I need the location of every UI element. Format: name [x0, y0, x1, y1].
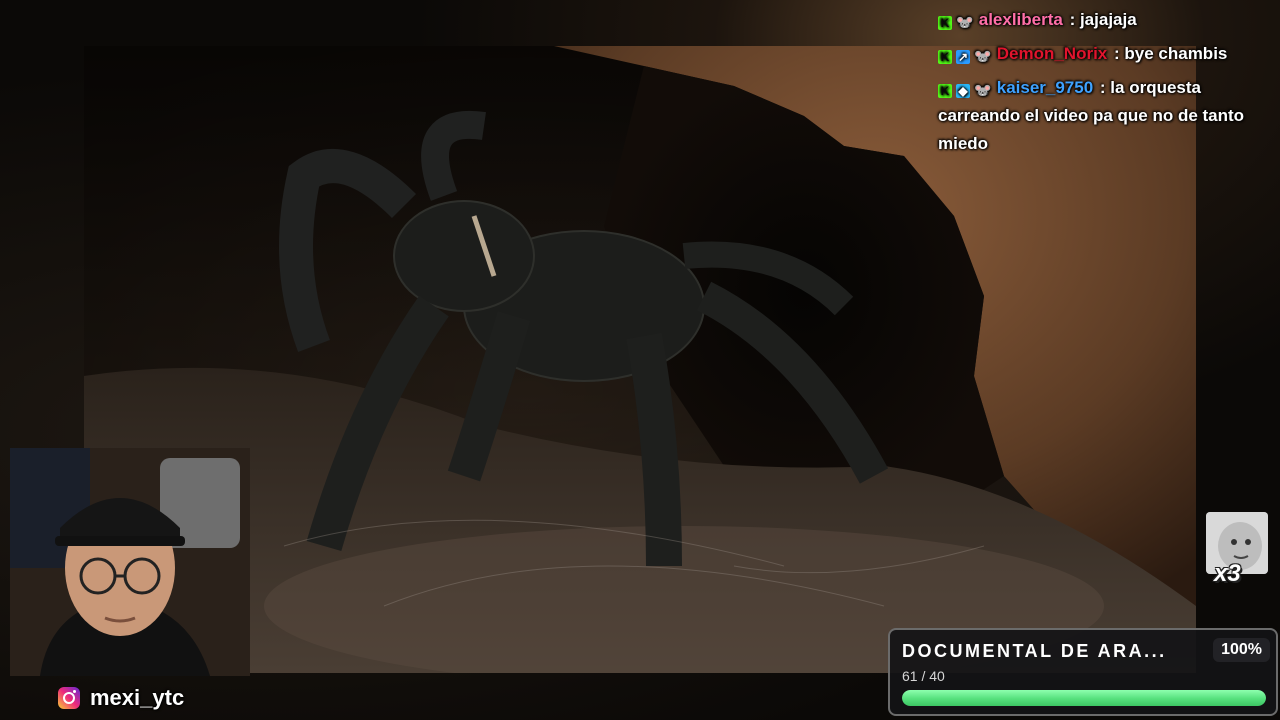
chat-text: : bye chambis	[1114, 44, 1228, 63]
chat-message: K ↗ 🐭 Demon_Norix : bye chambis	[938, 40, 1273, 68]
chat-message: K 🐭 alexliberta : jajajaja	[938, 6, 1273, 34]
chat-username[interactable]: Demon_Norix	[997, 44, 1108, 63]
goal-title: DOCUMENTAL DE ARA...	[902, 641, 1167, 661]
chat-text: : jajajaja	[1069, 10, 1137, 29]
goal-progress-fill	[902, 690, 1266, 706]
chat-message: K ◆ 🐭 kaiser_9750 : la orquesta carreando …	[938, 74, 1273, 158]
goal-percent-badge: 100%	[1213, 638, 1270, 662]
chat-username[interactable]: kaiser_9750	[997, 78, 1093, 97]
instagram-username: mexi_ytc	[90, 685, 185, 710]
cube-badge-icon: ◆	[956, 84, 970, 98]
streamer-avatar	[10, 448, 250, 676]
kick-badge-icon: K	[938, 84, 952, 98]
goal-progress-track	[902, 690, 1266, 706]
chat-panel: K 🐭 alexliberta : jajajaja K ↗ 🐭 Demon_Nori…	[938, 6, 1273, 164]
mouse-badge-icon: 🐭	[974, 82, 992, 98]
instagram-icon	[58, 687, 80, 709]
chat-username[interactable]: alexliberta	[979, 10, 1063, 29]
blue-badge-icon: ↗	[956, 50, 970, 64]
webcam-feed	[10, 448, 250, 676]
kick-badge-icon: K	[938, 16, 952, 30]
goal-widget: DOCUMENTAL DE ARA... 100% 61 / 40	[888, 628, 1278, 716]
kick-badge-icon: K	[938, 50, 952, 64]
goal-count: 61 / 40	[902, 668, 945, 684]
emote-count: x3	[1214, 560, 1241, 587]
mouse-badge-icon: 🐭	[974, 48, 992, 64]
instagram-handle: mexi_ytc	[58, 684, 184, 712]
mouse-badge-icon: 🐭	[956, 14, 974, 30]
